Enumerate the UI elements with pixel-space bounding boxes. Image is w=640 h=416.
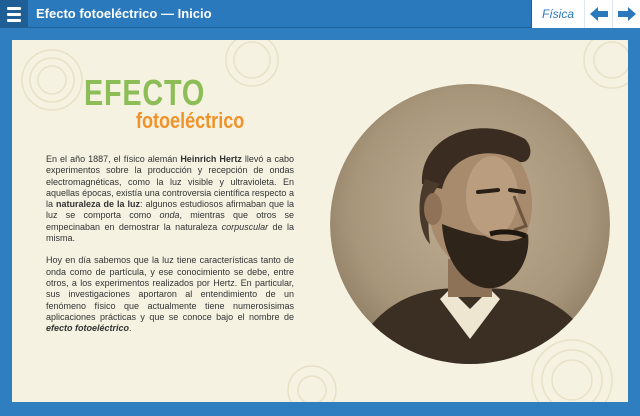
- subject-label[interactable]: Física: [530, 0, 584, 28]
- previous-button[interactable]: [584, 0, 612, 28]
- arrow-left-icon: [589, 7, 608, 21]
- portrait-image: [330, 84, 610, 364]
- heinrich-hertz-portrait: [330, 84, 610, 364]
- arrow-right-icon: [617, 7, 636, 21]
- menu-button[interactable]: [0, 0, 28, 28]
- next-button[interactable]: [612, 0, 640, 28]
- menu-icon: [7, 6, 21, 10]
- title-sub: fotoeléctrico: [136, 108, 245, 133]
- content-card: EFECTO fotoeléctrico En el año 1887, el …: [12, 40, 628, 402]
- paragraph-2: Hoy en día sabemos que la luz tiene cara…: [46, 255, 294, 334]
- top-right-controls: Física: [530, 0, 640, 28]
- body-text: En el año 1887, el físico alemán Heinric…: [46, 154, 294, 345]
- paragraph-1: En el año 1887, el físico alemán Heinric…: [46, 154, 294, 244]
- page-title: Efecto fotoeléctrico — Inicio: [36, 6, 212, 21]
- top-bar: Efecto fotoeléctrico — Inicio Física: [0, 0, 640, 28]
